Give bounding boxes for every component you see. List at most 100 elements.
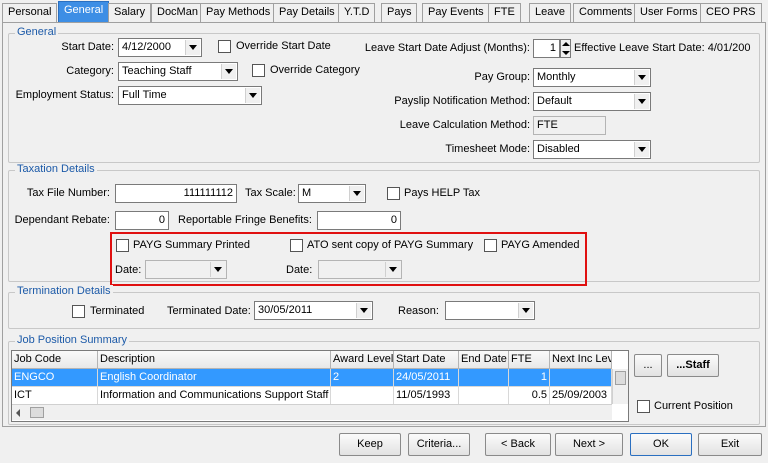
table-cell <box>459 387 509 405</box>
tab-docman[interactable]: DocMan <box>151 3 204 22</box>
arrow-left-icon[interactable] <box>16 409 20 417</box>
keep-button[interactable]: Keep <box>339 433 401 456</box>
reason-select[interactable] <box>445 301 535 320</box>
ok-button[interactable]: OK <box>630 433 692 456</box>
tab-pays[interactable]: Pays <box>381 3 418 22</box>
payg-summary-printed-checkbox[interactable] <box>116 239 129 252</box>
column-header[interactable]: End Date <box>459 351 509 369</box>
table-cell: 1 <box>509 369 550 387</box>
tab-fte[interactable]: FTE <box>488 3 521 22</box>
start-date-label: Start Date: <box>61 41 114 53</box>
table-cell: 24/05/2011 <box>394 369 459 387</box>
employment-status-select[interactable]: Full Time <box>118 86 262 105</box>
chevron-down-icon[interactable] <box>634 142 649 157</box>
effective-leave-start-date: Effective Leave Start Date: 4/01/200 <box>574 42 751 54</box>
override-category-label: Override Category <box>270 64 360 76</box>
tab-salary[interactable]: Salary <box>108 3 152 22</box>
timesheet-mode-select[interactable]: Disabled <box>533 140 651 159</box>
terminated-checkbox[interactable] <box>72 305 85 318</box>
payg-amended-checkbox[interactable] <box>484 239 497 252</box>
column-header[interactable]: Description <box>98 351 331 369</box>
start-date-picker[interactable]: 4/12/2000 <box>118 38 202 57</box>
tab-pay-details[interactable]: Pay Details <box>273 3 341 22</box>
scroll-thumb[interactable] <box>615 371 626 385</box>
override-start-date-label: Override Start Date <box>236 40 331 52</box>
tab-personal[interactable]: Personal <box>2 3 58 22</box>
table-cell: ENGCO <box>12 369 98 387</box>
reportable-fringe-benefits-label: Reportable Fringe Benefits: <box>178 214 312 226</box>
scroll-thumb[interactable] <box>30 407 44 418</box>
terminated-date-picker[interactable]: 30/05/2011 <box>254 301 373 320</box>
ato-sent-date-picker[interactable] <box>318 260 402 279</box>
tab-user-forms[interactable]: User Forms <box>634 3 704 22</box>
tab-comments[interactable]: Comments <box>573 3 639 22</box>
criteria-button[interactable]: Criteria... <box>408 433 470 456</box>
tab-leave[interactable]: Leave <box>529 3 571 22</box>
pays-help-tax-label: Pays HELP Tax <box>404 187 481 199</box>
horizontal-scrollbar[interactable] <box>12 404 612 420</box>
payg-printed-date-picker[interactable] <box>145 260 227 279</box>
category-label: Category: <box>66 65 114 77</box>
arrow-down-icon[interactable] <box>562 51 570 55</box>
current-position-label: Current Position <box>654 400 733 412</box>
ato-sent-date-label: Date: <box>286 264 313 276</box>
staff-button[interactable]: ...Staff <box>667 354 719 377</box>
column-header[interactable]: FTE <box>509 351 550 369</box>
timesheet-mode-label: Timesheet Mode: <box>445 143 530 155</box>
payslip-notification-select[interactable]: Default <box>533 92 651 111</box>
column-header[interactable]: Start Date <box>394 351 459 369</box>
employment-status-label: Employment Status: <box>15 89 114 101</box>
chevron-down-icon[interactable] <box>518 303 533 318</box>
tax-file-number-input[interactable]: 111111112 <box>115 184 237 203</box>
column-header[interactable]: Award Level <box>331 351 394 369</box>
general-group-title: General <box>15 26 59 38</box>
chevron-down-icon[interactable] <box>210 262 225 277</box>
chevron-down-icon[interactable] <box>221 64 236 79</box>
chevron-down-icon[interactable] <box>634 70 649 85</box>
chevron-down-icon[interactable] <box>349 186 364 201</box>
leave-start-adjust-input[interactable]: 1 <box>533 39 560 58</box>
tab-pay-methods[interactable]: Pay Methods <box>200 3 277 22</box>
tax-scale-select[interactable]: M <box>298 184 366 203</box>
payslip-notification-label: Payslip Notification Method: <box>394 95 530 107</box>
ellipsis-button[interactable]: ... <box>634 354 662 377</box>
table-cell: 25/09/2003 <box>550 387 612 405</box>
reason-label: Reason: <box>398 305 439 317</box>
tab-ytd[interactable]: Y.T.D <box>338 3 376 22</box>
leave-calculation-label: Leave Calculation Method: <box>399 119 530 131</box>
tab-general[interactable]: General <box>58 1 110 23</box>
table-cell <box>550 369 612 387</box>
chevron-down-icon[interactable] <box>385 262 400 277</box>
category-select[interactable]: Teaching Staff <box>118 62 238 81</box>
chevron-down-icon[interactable] <box>185 40 200 55</box>
table-cell: English Coordinator <box>98 369 331 387</box>
ato-sent-copy-label: ATO sent copy of PAYG Summary <box>307 239 474 251</box>
table-cell <box>459 369 509 387</box>
chevron-down-icon[interactable] <box>634 94 649 109</box>
pay-group-select[interactable]: Monthly <box>533 68 651 87</box>
pays-help-tax-checkbox[interactable] <box>387 187 400 200</box>
column-header[interactable]: Job Code <box>12 351 98 369</box>
tab-ceo-prs[interactable]: CEO PRS <box>700 3 762 22</box>
vertical-scrollbar[interactable] <box>612 369 628 404</box>
job-position-group-title: Job Position Summary <box>15 334 130 346</box>
exit-button[interactable]: Exit <box>698 433 762 456</box>
back-button[interactable]: < Back <box>485 433 551 456</box>
override-category-checkbox[interactable] <box>252 64 265 77</box>
override-start-date-checkbox[interactable] <box>218 40 231 53</box>
chevron-down-icon[interactable] <box>356 303 371 318</box>
terminated-label: Terminated <box>90 305 145 317</box>
next-button[interactable]: Next > <box>555 433 623 456</box>
dependant-rebate-input[interactable]: 0 <box>115 211 169 230</box>
table-cell: 11/05/1993 <box>394 387 459 405</box>
tab-pay-events[interactable]: Pay Events <box>422 3 490 22</box>
arrow-up-icon[interactable] <box>562 42 570 46</box>
leave-start-adjust-spinner[interactable] <box>560 39 571 58</box>
payg-amended-label: PAYG Amended <box>501 239 580 251</box>
current-position-checkbox[interactable] <box>637 400 650 413</box>
chevron-down-icon[interactable] <box>245 88 260 103</box>
tax-file-number-label: Tax File Number: <box>26 187 110 199</box>
ato-sent-copy-checkbox[interactable] <box>290 239 303 252</box>
column-header[interactable]: Next Inc Lev <box>550 351 612 369</box>
reportable-fringe-benefits-input[interactable]: 0 <box>317 211 401 230</box>
